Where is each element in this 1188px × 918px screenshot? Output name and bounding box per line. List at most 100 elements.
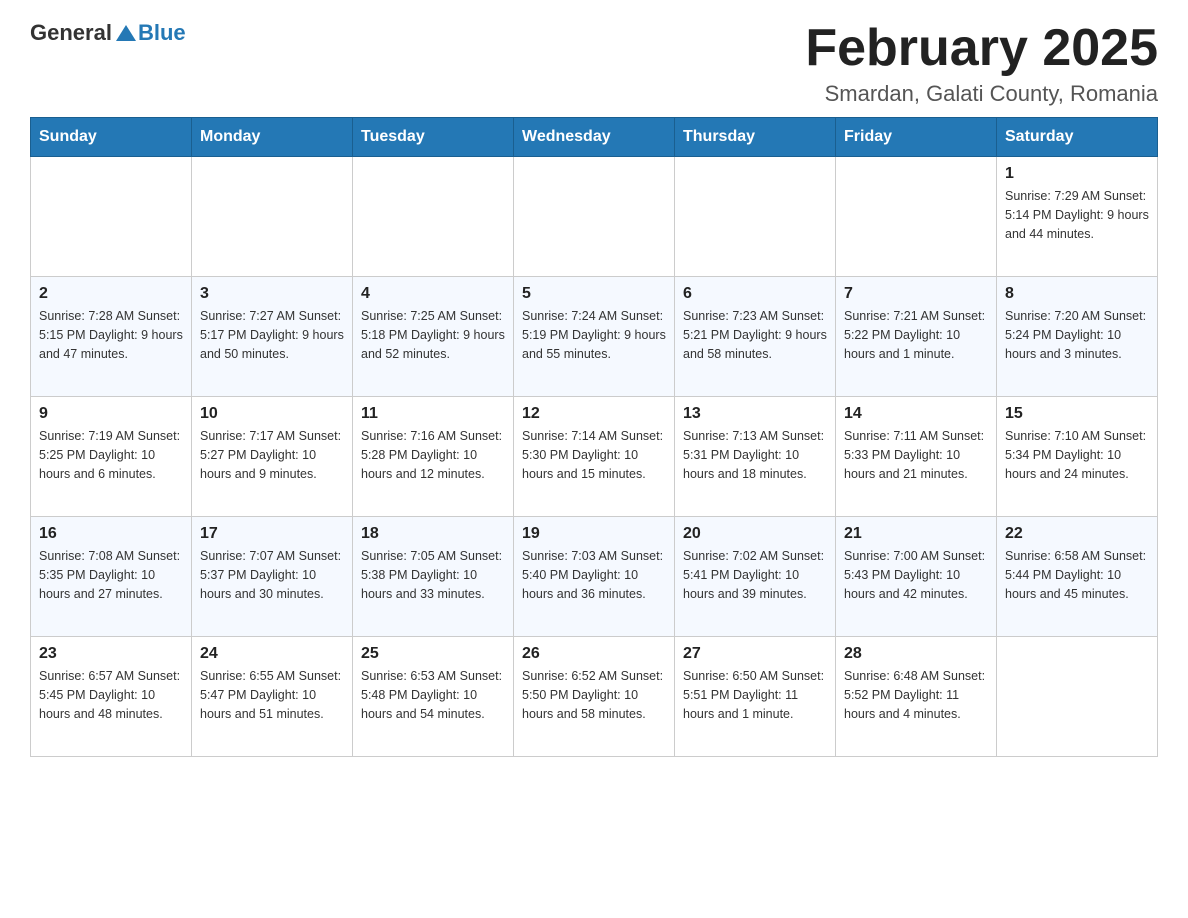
- calendar-cell: 14 Sunrise: 7:11 AM Sunset: 5:33 PM Dayli…: [836, 397, 997, 517]
- day-info: Sunrise: 7:21 AM Sunset: 5:22 PM Dayligh…: [844, 307, 988, 363]
- day-info: Sunrise: 7:05 AM Sunset: 5:38 PM Dayligh…: [361, 547, 505, 603]
- week-row-3: 9 Sunrise: 7:19 AM Sunset: 5:25 PM Daylig…: [31, 397, 1158, 517]
- day-number: 14: [844, 405, 988, 423]
- calendar-cell: [997, 637, 1158, 757]
- calendar-cell: 19Sunrise: 7:03 AM Sunset: 5:40 PM Dayli…: [514, 517, 675, 637]
- calendar-cell: 12Sunrise: 7:14 AM Sunset: 5:30 PM Dayli…: [514, 397, 675, 517]
- day-info: Sunrise: 7:14 AM Sunset: 5:30 PM Dayligh…: [522, 427, 666, 483]
- day-number: 23: [39, 645, 183, 663]
- calendar-cell: 5Sunrise: 7:24 AM Sunset: 5:19 PM Daylig…: [514, 277, 675, 397]
- calendar-cell: 8 Sunrise: 7:20 AM Sunset: 5:24 PM Daylig…: [997, 277, 1158, 397]
- day-number: 15: [1005, 405, 1149, 423]
- weekday-header-wednesday: Wednesday: [514, 118, 675, 157]
- day-number: 3: [200, 285, 344, 303]
- location-title: Smardan, Galati County, Romania: [805, 81, 1158, 107]
- day-info: Sunrise: 6:55 AM Sunset: 5:47 PM Dayligh…: [200, 667, 344, 723]
- day-number: 5: [522, 285, 666, 303]
- day-number: 1: [1005, 165, 1149, 183]
- calendar-cell: 18 Sunrise: 7:05 AM Sunset: 5:38 PM Dayli…: [353, 517, 514, 637]
- day-info: Sunrise: 6:50 AM Sunset: 5:51 PM Dayligh…: [683, 667, 827, 723]
- calendar-cell: [675, 157, 836, 277]
- day-info: Sunrise: 7:19 AM Sunset: 5:25 PM Dayligh…: [39, 427, 183, 483]
- week-row-1: 1Sunrise: 7:29 AM Sunset: 5:14 PM Daylig…: [31, 157, 1158, 277]
- logo-triangle-icon: [114, 21, 138, 45]
- calendar-cell: 6 Sunrise: 7:23 AM Sunset: 5:21 PM Daylig…: [675, 277, 836, 397]
- day-info: Sunrise: 6:58 AM Sunset: 5:44 PM Dayligh…: [1005, 547, 1149, 603]
- calendar-cell: 23 Sunrise: 6:57 AM Sunset: 5:45 PM Dayli…: [31, 637, 192, 757]
- calendar-cell: 24 Sunrise: 6:55 AM Sunset: 5:47 PM Dayli…: [192, 637, 353, 757]
- day-number: 9: [39, 405, 183, 423]
- day-number: 16: [39, 525, 183, 543]
- calendar-cell: [192, 157, 353, 277]
- day-number: 6: [683, 285, 827, 303]
- week-row-5: 23 Sunrise: 6:57 AM Sunset: 5:45 PM Dayli…: [31, 637, 1158, 757]
- day-info: Sunrise: 6:53 AM Sunset: 5:48 PM Dayligh…: [361, 667, 505, 723]
- weekday-header-saturday: Saturday: [997, 118, 1158, 157]
- day-number: 26: [522, 645, 666, 663]
- weekday-header-monday: Monday: [192, 118, 353, 157]
- calendar-cell: 13 Sunrise: 7:13 AM Sunset: 5:31 PM Dayli…: [675, 397, 836, 517]
- weekday-header-tuesday: Tuesday: [353, 118, 514, 157]
- day-number: 24: [200, 645, 344, 663]
- day-number: 27: [683, 645, 827, 663]
- calendar-cell: [353, 157, 514, 277]
- day-info: Sunrise: 6:52 AM Sunset: 5:50 PM Dayligh…: [522, 667, 666, 723]
- calendar-table: SundayMondayTuesdayWednesdayThursdayFrid…: [30, 117, 1158, 757]
- day-number: 7: [844, 285, 988, 303]
- day-info: Sunrise: 7:13 AM Sunset: 5:31 PM Dayligh…: [683, 427, 827, 483]
- calendar-cell: 2Sunrise: 7:28 AM Sunset: 5:15 PM Daylig…: [31, 277, 192, 397]
- weekday-header-row: SundayMondayTuesdayWednesdayThursdayFrid…: [31, 118, 1158, 157]
- calendar-cell: 10 Sunrise: 7:17 AM Sunset: 5:27 PM Dayli…: [192, 397, 353, 517]
- calendar-cell: 17 Sunrise: 7:07 AM Sunset: 5:37 PM Dayli…: [192, 517, 353, 637]
- day-number: 22: [1005, 525, 1149, 543]
- day-info: Sunrise: 6:57 AM Sunset: 5:45 PM Dayligh…: [39, 667, 183, 723]
- day-number: 8: [1005, 285, 1149, 303]
- day-info: Sunrise: 7:23 AM Sunset: 5:21 PM Dayligh…: [683, 307, 827, 363]
- day-info: Sunrise: 7:20 AM Sunset: 5:24 PM Dayligh…: [1005, 307, 1149, 363]
- title-block: February 2025 Smardan, Galati County, Ro…: [805, 20, 1158, 107]
- day-info: Sunrise: 7:00 AM Sunset: 5:43 PM Dayligh…: [844, 547, 988, 603]
- logo-text-general: General: [30, 20, 112, 46]
- day-number: 10: [200, 405, 344, 423]
- calendar-cell: 25 Sunrise: 6:53 AM Sunset: 5:48 PM Dayli…: [353, 637, 514, 757]
- day-info: Sunrise: 7:08 AM Sunset: 5:35 PM Dayligh…: [39, 547, 183, 603]
- calendar-cell: 21 Sunrise: 7:00 AM Sunset: 5:43 PM Dayli…: [836, 517, 997, 637]
- day-info: Sunrise: 7:10 AM Sunset: 5:34 PM Dayligh…: [1005, 427, 1149, 483]
- calendar-cell: 9 Sunrise: 7:19 AM Sunset: 5:25 PM Daylig…: [31, 397, 192, 517]
- day-number: 11: [361, 405, 505, 423]
- week-row-4: 16 Sunrise: 7:08 AM Sunset: 5:35 PM Dayli…: [31, 517, 1158, 637]
- day-number: 13: [683, 405, 827, 423]
- week-row-2: 2Sunrise: 7:28 AM Sunset: 5:15 PM Daylig…: [31, 277, 1158, 397]
- day-info: Sunrise: 7:03 AM Sunset: 5:40 PM Dayligh…: [522, 547, 666, 603]
- month-title: February 2025: [805, 20, 1158, 77]
- day-number: 4: [361, 285, 505, 303]
- day-info: Sunrise: 7:16 AM Sunset: 5:28 PM Dayligh…: [361, 427, 505, 483]
- calendar-cell: 4 Sunrise: 7:25 AM Sunset: 5:18 PM Daylig…: [353, 277, 514, 397]
- day-info: Sunrise: 7:02 AM Sunset: 5:41 PM Dayligh…: [683, 547, 827, 603]
- calendar-cell: 20 Sunrise: 7:02 AM Sunset: 5:41 PM Dayli…: [675, 517, 836, 637]
- weekday-header-sunday: Sunday: [31, 118, 192, 157]
- day-info: Sunrise: 7:25 AM Sunset: 5:18 PM Dayligh…: [361, 307, 505, 363]
- calendar-cell: 22 Sunrise: 6:58 AM Sunset: 5:44 PM Dayli…: [997, 517, 1158, 637]
- calendar-cell: 11 Sunrise: 7:16 AM Sunset: 5:28 PM Dayli…: [353, 397, 514, 517]
- day-number: 25: [361, 645, 505, 663]
- calendar-cell: 28Sunrise: 6:48 AM Sunset: 5:52 PM Dayli…: [836, 637, 997, 757]
- calendar-cell: 26 Sunrise: 6:52 AM Sunset: 5:50 PM Dayli…: [514, 637, 675, 757]
- calendar-cell: [514, 157, 675, 277]
- logo: General Blue: [30, 20, 186, 46]
- day-number: 17: [200, 525, 344, 543]
- calendar-cell: 7 Sunrise: 7:21 AM Sunset: 5:22 PM Daylig…: [836, 277, 997, 397]
- calendar-cell: 1Sunrise: 7:29 AM Sunset: 5:14 PM Daylig…: [997, 157, 1158, 277]
- page-header: General Blue February 2025 Smardan, Gala…: [30, 20, 1158, 107]
- calendar-cell: [836, 157, 997, 277]
- weekday-header-thursday: Thursday: [675, 118, 836, 157]
- day-info: Sunrise: 7:11 AM Sunset: 5:33 PM Dayligh…: [844, 427, 988, 483]
- day-info: Sunrise: 7:17 AM Sunset: 5:27 PM Dayligh…: [200, 427, 344, 483]
- day-info: Sunrise: 7:07 AM Sunset: 5:37 PM Dayligh…: [200, 547, 344, 603]
- day-number: 20: [683, 525, 827, 543]
- day-info: Sunrise: 6:48 AM Sunset: 5:52 PM Dayligh…: [844, 667, 988, 723]
- day-number: 21: [844, 525, 988, 543]
- day-number: 18: [361, 525, 505, 543]
- calendar-cell: 27 Sunrise: 6:50 AM Sunset: 5:51 PM Dayli…: [675, 637, 836, 757]
- weekday-header-friday: Friday: [836, 118, 997, 157]
